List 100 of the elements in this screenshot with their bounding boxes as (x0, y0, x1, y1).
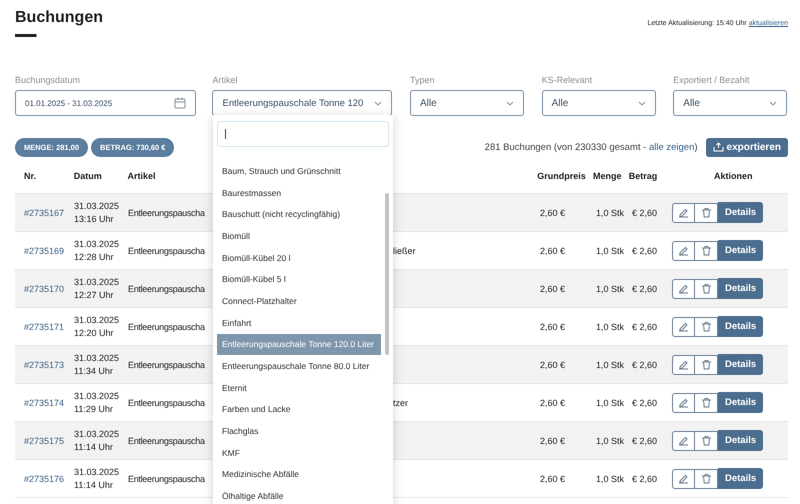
delete-button[interactable] (695, 430, 718, 450)
price-cell-text: 2,60 € (540, 474, 566, 484)
delete-button[interactable] (695, 240, 718, 260)
booking-number-link[interactable]: #2735176 (15, 474, 74, 484)
select-field[interactable]: Alle (410, 90, 524, 116)
column-header: Aktionen (714, 171, 753, 181)
filter-label: KS-Relevant (542, 75, 594, 85)
delete-button[interactable] (695, 354, 718, 374)
booking-date-cell-text: 31.03.2025 12:28 Uhr (74, 238, 120, 264)
column-header: Datum (74, 171, 102, 181)
dropdown-option[interactable]: Entleerungspauschale Tonne 80.0 Liter (217, 355, 381, 377)
trash-icon (700, 397, 712, 408)
booking-date-cell-text: 31.03.2025 12:20 Uhr (74, 314, 120, 340)
show-all-link[interactable]: alle zeigen (648, 142, 694, 152)
export-button[interactable]: exportieren (706, 138, 788, 156)
article-cell-text: Entleerungspauscha (128, 360, 206, 370)
delete-button[interactable] (695, 316, 718, 336)
dropdown-option[interactable]: Biomüll-Kübel 20 l (217, 246, 381, 268)
dropdown-option[interactable]: Medizinische Abfälle (217, 464, 381, 486)
article-cell-text: Entleerungspauscha (128, 398, 206, 408)
price-cell-text: 2,60 € (540, 246, 566, 256)
delete-button[interactable] (695, 202, 718, 222)
delete-button[interactable] (695, 278, 718, 298)
quantity-cell-text: 1,0 Stk (596, 360, 626, 370)
amount-cell-text: € 2,60 (632, 360, 658, 370)
chevron-down-icon (769, 100, 778, 106)
filter-label: Buchungsdatum (15, 75, 82, 85)
dropdown-option[interactable]: Bauschutt (nicht recyclingfähig) (217, 203, 381, 226)
edit-button[interactable] (672, 354, 695, 374)
amount-cell-text: € 2,60 (632, 398, 658, 408)
filter-label: Exportiert / Bezahlt (673, 75, 750, 85)
edit-button[interactable] (672, 392, 695, 412)
column-header: Menge (592, 171, 622, 181)
calendar-icon (174, 97, 186, 109)
booking-number-link[interactable]: #2735169 (15, 246, 74, 256)
trash-icon (700, 473, 712, 484)
edit-button[interactable] (672, 202, 695, 222)
edit-button[interactable] (672, 240, 695, 260)
chevron-down-icon (374, 100, 382, 106)
date-range-field[interactable]: 01.01.2025 - 31.03.2025 (15, 90, 196, 116)
quantity-cell-text: 1,0 Stk (596, 208, 626, 218)
filter-label: Typen (410, 75, 436, 85)
article-cell-text: Entleerungspauscha (128, 474, 206, 484)
dropdown-option[interactable]: Biomüll-Kübel 5 l (217, 268, 381, 290)
edit-button[interactable] (672, 468, 695, 488)
dropdown-option[interactable]: Eternit (217, 376, 381, 399)
details-button[interactable]: Details (718, 468, 764, 489)
trash-icon (700, 435, 712, 446)
dropdown-option[interactable]: Einfahrt (217, 312, 381, 334)
dropdown-option[interactable]: Baurestmassen (217, 182, 381, 204)
details-button[interactable]: Details (718, 392, 764, 413)
pencil-icon (678, 359, 689, 370)
amount-cell-text: € 2,60 (632, 284, 658, 294)
dropdown-option[interactable]: Baum, Strauch und Grünschnitt (217, 160, 381, 182)
trash-icon (700, 321, 712, 332)
edit-button[interactable] (672, 430, 695, 450)
booking-number-link[interactable]: #2735174 (15, 398, 74, 408)
dropdown-option[interactable]: Flachglas (217, 420, 381, 442)
chevron-down-icon (638, 100, 646, 106)
select-field[interactable]: Alle (542, 90, 656, 116)
details-button[interactable]: Details (718, 430, 764, 451)
quantity-cell-text: 1,0 Stk (596, 398, 626, 408)
booking-number-link[interactable]: #2735170 (15, 284, 74, 294)
booking-number-link[interactable]: #2735167 (15, 208, 74, 218)
delete-button[interactable] (695, 468, 718, 488)
details-button[interactable]: Details (718, 278, 764, 299)
trash-icon (700, 245, 712, 256)
edit-button[interactable] (672, 278, 695, 298)
article-cell-text: Entleerungspauscha (128, 322, 206, 332)
booking-number-link[interactable]: #2735173 (15, 360, 74, 370)
amount-cell-text: € 2,60 (632, 322, 658, 332)
dropdown-option[interactable]: Biomüll (217, 225, 381, 247)
details-button[interactable]: Details (718, 202, 764, 223)
quantity-cell-text: 1,0 Stk (596, 474, 626, 484)
filter-label: Artikel (212, 75, 238, 85)
trash-icon (700, 359, 712, 370)
details-button[interactable]: Details (718, 240, 764, 261)
dropdown-option[interactable]: Connect-Platzhalter (217, 290, 381, 312)
export-icon (712, 142, 724, 152)
details-button[interactable]: Details (718, 354, 764, 375)
edit-button[interactable] (672, 316, 695, 336)
details-button[interactable]: Details (718, 316, 764, 337)
price-cell-text: 2,60 € (540, 436, 566, 446)
quantity-cell-text: 1,0 Stk (596, 322, 626, 332)
dropdown-option[interactable]: Farben und Lacke (217, 398, 381, 420)
booking-date-cell-text: 31.03.2025 11:34 Uhr (74, 352, 120, 378)
dropdown-option[interactable]: Ölhaltige Abfälle (217, 485, 381, 504)
booking-number-link[interactable]: #2735171 (15, 322, 74, 332)
select-field[interactable]: Alle (673, 90, 788, 116)
result-count-text: 281 Buchungen (von 230330 gesamt - alle zeigen) (484, 142, 698, 152)
search-field[interactable] (217, 121, 389, 147)
price-cell-text: 2,60 € (540, 322, 566, 332)
booking-date-cell-text: 31.03.2025 11:14 Uhr (74, 466, 120, 492)
pencil-icon (678, 245, 689, 256)
delete-button[interactable] (695, 392, 718, 412)
price-cell-text: 2,60 € (540, 398, 566, 408)
scrollbar[interactable] (385, 193, 389, 355)
trash-icon (700, 207, 712, 218)
booking-number-link[interactable]: #2735175 (15, 436, 74, 446)
dropdown-option[interactable]: KMF (217, 442, 381, 464)
